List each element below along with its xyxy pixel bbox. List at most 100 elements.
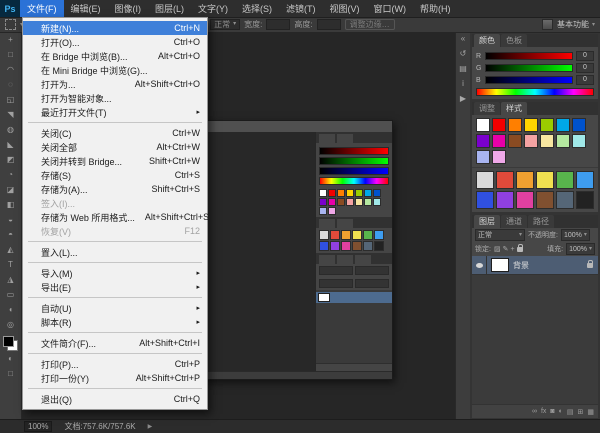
swatch[interactable] xyxy=(328,207,336,215)
tab-0[interactable]: 颜色 xyxy=(474,34,500,47)
quick-selection-tool-icon[interactable]: ◌ xyxy=(0,77,21,92)
swatch[interactable] xyxy=(373,189,381,197)
swatch[interactable] xyxy=(341,241,351,251)
blur-tool-icon[interactable]: ◒ xyxy=(0,212,21,227)
visibility-toggle[interactable] xyxy=(472,256,487,274)
shape-tool-icon[interactable]: ▭ xyxy=(0,287,21,302)
swatch[interactable] xyxy=(556,134,570,148)
brush-tool-icon[interactable]: ◣ xyxy=(0,137,21,152)
lock-position-icon[interactable]: + xyxy=(510,246,514,253)
swatch[interactable] xyxy=(328,189,336,197)
swatch[interactable] xyxy=(536,191,554,209)
foreground-color-swatch[interactable] xyxy=(3,336,14,347)
channel-slider[interactable] xyxy=(485,64,573,72)
swatch[interactable] xyxy=(363,230,373,240)
file-menu-item-3[interactable]: 在 Mini Bridge 中浏览(G)... xyxy=(23,63,207,77)
new-layer-icon[interactable]: ⊞ xyxy=(578,408,584,416)
swatch[interactable] xyxy=(476,171,494,189)
layer-thumbnail[interactable] xyxy=(491,258,509,272)
dodge-tool-icon[interactable]: ◓ xyxy=(0,227,21,242)
link-layers-icon[interactable]: ∞ xyxy=(532,408,537,415)
menubar-item-8[interactable]: 窗口(W) xyxy=(367,0,414,17)
swatch[interactable] xyxy=(319,207,327,215)
file-menu-item-25[interactable]: 文件简介(F)...Alt+Shift+Ctrl+I xyxy=(23,336,207,350)
fill-select[interactable]: 100%▾ xyxy=(566,243,595,255)
file-menu-item-4[interactable]: 打开为...Alt+Shift+Ctrl+O xyxy=(23,77,207,91)
file-menu-item-15[interactable]: 恢复(V)F12 xyxy=(23,224,207,238)
height-input[interactable] xyxy=(317,19,341,30)
swatch[interactable] xyxy=(476,134,490,148)
hand-tool-icon[interactable]: ◖ xyxy=(0,302,21,317)
history-brush-tool-icon[interactable]: ◔ xyxy=(0,167,21,182)
opacity-select[interactable]: 100%▾ xyxy=(561,229,590,241)
swatch[interactable] xyxy=(536,171,554,189)
file-menu-item-19[interactable]: 导入(M)▸ xyxy=(23,266,207,280)
eyedropper-tool-icon[interactable]: ◥ xyxy=(0,107,21,122)
zoom-level-field[interactable]: 100% xyxy=(24,421,52,432)
file-menu-item-23[interactable]: 脚本(R)▸ xyxy=(23,315,207,329)
layer-row-background[interactable]: 背景 xyxy=(472,256,598,275)
expand-panels-icon[interactable]: « xyxy=(461,34,465,44)
file-menu-item-10[interactable]: 关闭并转到 Bridge...Shift+Ctrl+W xyxy=(23,154,207,168)
delete-layer-icon[interactable]: ▦ xyxy=(587,408,594,416)
clone-stamp-tool-icon[interactable]: ◩ xyxy=(0,152,21,167)
layer-mask-icon[interactable]: ◙ xyxy=(550,408,554,415)
swatch[interactable] xyxy=(576,171,594,189)
swatch[interactable] xyxy=(363,241,373,251)
swatch[interactable] xyxy=(516,191,534,209)
swatch[interactable] xyxy=(496,171,514,189)
crop-tool-icon[interactable]: ◱ xyxy=(0,92,21,107)
layer-name[interactable]: 背景 xyxy=(513,260,587,271)
file-menu-item-28[interactable]: 打印一份(Y)Alt+Shift+Ctrl+P xyxy=(23,371,207,385)
menubar-item-6[interactable]: 滤镜(T) xyxy=(279,0,323,17)
gradient-tool-icon[interactable]: ◧ xyxy=(0,197,21,212)
status-flyout-arrow-icon[interactable]: ▶ xyxy=(148,423,153,430)
swatch[interactable] xyxy=(373,198,381,206)
swatch[interactable] xyxy=(524,134,538,148)
file-menu-item-2[interactable]: 在 Bridge 中浏览(B)...Alt+Ctrl+O xyxy=(23,49,207,63)
swatch[interactable] xyxy=(374,230,384,240)
swatch[interactable] xyxy=(516,171,534,189)
lock-all-icon[interactable] xyxy=(517,247,523,252)
tab-2[interactable]: 路径 xyxy=(528,215,554,228)
width-input[interactable] xyxy=(266,19,290,30)
channel-value[interactable]: 0 xyxy=(576,51,594,61)
swatch[interactable] xyxy=(556,171,574,189)
swatch[interactable] xyxy=(476,191,494,209)
swatch[interactable] xyxy=(364,198,372,206)
swatch[interactable] xyxy=(524,118,538,132)
swatch[interactable] xyxy=(364,189,372,197)
swatch[interactable] xyxy=(346,189,354,197)
swatch[interactable] xyxy=(346,198,354,206)
menubar-item-4[interactable]: 文字(Y) xyxy=(191,0,235,17)
channel-value[interactable]: 0 xyxy=(576,75,594,85)
menubar-item-0[interactable]: 文件(F) xyxy=(20,0,64,17)
adjustment-layer-icon[interactable]: ◐ xyxy=(559,408,563,415)
tab-1[interactable]: 色板 xyxy=(501,34,527,47)
menubar-item-3[interactable]: 图层(L) xyxy=(148,0,191,17)
style-select[interactable]: 正常▾ xyxy=(210,19,240,30)
swatch[interactable] xyxy=(508,118,522,132)
file-menu-item-6[interactable]: 最近打开文件(T)▸ xyxy=(23,105,207,119)
swatch[interactable] xyxy=(492,118,506,132)
layer-group-icon[interactable]: ▤ xyxy=(567,408,574,416)
channel-slider[interactable] xyxy=(485,76,573,84)
menubar-item-7[interactable]: 视图(V) xyxy=(323,0,367,17)
type-tool-icon[interactable]: T xyxy=(0,257,21,272)
swatch[interactable] xyxy=(556,191,574,209)
lock-transparency-icon[interactable]: ▨ xyxy=(494,245,501,253)
swatch[interactable] xyxy=(540,134,554,148)
file-menu-item-1[interactable]: 打开(O)...Ctrl+O xyxy=(23,35,207,49)
file-menu-item-11[interactable]: 存储(S)Ctrl+S xyxy=(23,168,207,182)
swatch[interactable] xyxy=(337,198,345,206)
tab-0[interactable]: 调整 xyxy=(474,102,500,115)
menubar-item-9[interactable]: 帮助(H) xyxy=(413,0,458,17)
swatch[interactable] xyxy=(341,230,351,240)
swatch[interactable] xyxy=(496,191,514,209)
file-menu-item-30[interactable]: 退出(Q)Ctrl+Q xyxy=(23,392,207,406)
swatch[interactable] xyxy=(328,198,336,206)
swatch[interactable] xyxy=(572,134,586,148)
swatch[interactable] xyxy=(540,118,554,132)
workspace-switcher[interactable]: 基本功能▾ xyxy=(557,19,595,30)
menubar-item-1[interactable]: 编辑(E) xyxy=(64,0,108,17)
